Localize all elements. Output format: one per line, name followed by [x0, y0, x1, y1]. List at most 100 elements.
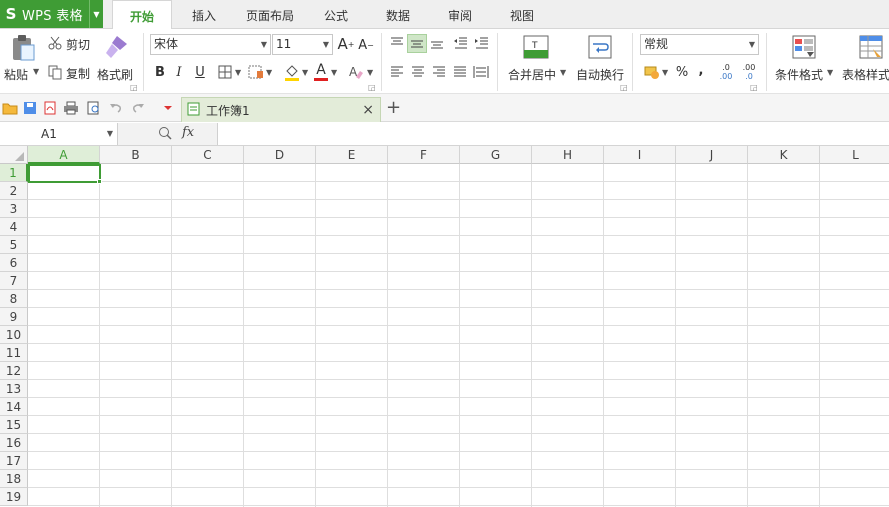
row-header-6[interactable]: 6 [0, 254, 28, 272]
merge-center-icon[interactable]: T [522, 34, 550, 60]
row-header-5[interactable]: 5 [0, 236, 28, 254]
cut-icon[interactable] [46, 35, 64, 51]
export-pdf-icon[interactable] [42, 100, 58, 116]
conditional-format-icon[interactable] [791, 34, 817, 60]
column-header-b[interactable]: B [100, 146, 172, 164]
close-tab-icon[interactable]: × [362, 102, 374, 118]
merge-center-dropdown-icon[interactable]: ▼ [560, 68, 566, 77]
justify-icon[interactable] [451, 63, 469, 81]
table-style-icon[interactable] [858, 34, 884, 60]
increase-indent-icon[interactable] [473, 34, 491, 52]
fill-color-dropdown-icon[interactable]: ▼ [302, 68, 308, 77]
alignment-group-launcher-icon[interactable]: ◲ [620, 83, 628, 92]
row-header-1[interactable]: 1 [0, 164, 28, 182]
open-icon[interactable] [2, 100, 18, 116]
column-header-e[interactable]: E [316, 146, 388, 164]
distributed-align-icon[interactable] [472, 63, 490, 81]
document-tab[interactable]: 工作簿1 × [181, 97, 381, 122]
borders-icon[interactable] [217, 63, 233, 81]
cell-style-icon[interactable] [247, 63, 265, 81]
fill-color-icon[interactable] [283, 62, 301, 82]
tab-home[interactable]: 开始 [112, 0, 172, 30]
row-header-13[interactable]: 13 [0, 380, 28, 398]
formula-input[interactable] [218, 123, 889, 145]
save-icon[interactable] [22, 100, 38, 116]
row-header-19[interactable]: 19 [0, 488, 28, 506]
cut-button[interactable]: 剪切 [66, 36, 90, 53]
comma-style-button[interactable]: , [694, 60, 708, 80]
align-right-icon[interactable] [430, 63, 448, 81]
row-header-15[interactable]: 15 [0, 416, 28, 434]
row-header-4[interactable]: 4 [0, 218, 28, 236]
customize-toolbar-icon[interactable] [160, 100, 176, 116]
select-all-button[interactable] [0, 146, 28, 164]
print-icon[interactable] [63, 100, 79, 116]
active-cell-a1[interactable] [28, 164, 101, 183]
redo-icon[interactable] [130, 100, 146, 116]
align-center-icon[interactable] [409, 63, 427, 81]
undo-icon[interactable] [108, 100, 124, 116]
row-header-2[interactable]: 2 [0, 182, 28, 200]
paste-icon[interactable] [4, 33, 42, 63]
table-style-button[interactable]: 表格样式 [842, 66, 889, 83]
italic-button[interactable]: I [171, 62, 187, 82]
insert-function-button[interactable]: fx [182, 125, 194, 140]
worksheet-grid[interactable]: A B C D E F G H I J K L 1 2 3 4 5 6 7 8 9 10 11 12 13 14 15 16 17 18 1… [0, 146, 889, 507]
format-painter-icon[interactable] [102, 33, 130, 61]
wrap-text-button[interactable]: 自动换行 [576, 66, 624, 83]
wrap-text-icon[interactable] [587, 34, 613, 60]
font-color-dropdown-icon[interactable]: ▼ [331, 68, 337, 77]
grow-font-button[interactable]: A + [337, 34, 355, 54]
merge-center-button[interactable]: 合并居中 [508, 66, 556, 83]
search-function-icon[interactable] [158, 126, 172, 143]
column-header-i[interactable]: I [604, 146, 676, 164]
currency-icon[interactable] [643, 63, 661, 81]
column-header-h[interactable]: H [532, 146, 604, 164]
font-name-select[interactable]: 宋体 ▼ [150, 34, 271, 55]
underline-button[interactable]: U [192, 62, 208, 82]
currency-dropdown-icon[interactable]: ▼ [662, 68, 668, 77]
align-left-icon[interactable] [388, 63, 406, 81]
tab-data[interactable]: 数据 [374, 0, 422, 29]
row-header-14[interactable]: 14 [0, 398, 28, 416]
paste-dropdown-icon[interactable]: ▼ [33, 67, 39, 76]
clear-format-dropdown-icon[interactable]: ▼ [367, 68, 373, 77]
column-header-d[interactable]: D [244, 146, 316, 164]
conditional-format-button[interactable]: 条件格式 [775, 66, 823, 83]
bold-button[interactable]: B [152, 62, 168, 82]
tab-view[interactable]: 视图 [498, 0, 546, 29]
print-preview-icon[interactable] [86, 100, 102, 116]
conditional-format-dropdown-icon[interactable]: ▼ [827, 68, 833, 77]
app-menu-button[interactable]: S WPS 表格 ▼ [0, 0, 103, 28]
row-header-8[interactable]: 8 [0, 290, 28, 308]
increase-decimal-button[interactable]: .0 .00 [716, 62, 736, 82]
font-group-launcher-icon[interactable]: ◲ [368, 83, 376, 92]
row-header-12[interactable]: 12 [0, 362, 28, 380]
tab-formulas[interactable]: 公式 [312, 0, 360, 29]
align-bottom-icon[interactable] [428, 34, 446, 52]
percent-button[interactable]: % [674, 62, 690, 82]
row-header-11[interactable]: 11 [0, 344, 28, 362]
paste-button[interactable]: 粘贴 [4, 66, 28, 83]
tab-page-layout[interactable]: 页面布局 [238, 0, 302, 29]
row-header-10[interactable]: 10 [0, 326, 28, 344]
column-header-k[interactable]: K [748, 146, 820, 164]
row-header-18[interactable]: 18 [0, 470, 28, 488]
cell-area[interactable] [28, 164, 889, 507]
row-header-9[interactable]: 9 [0, 308, 28, 326]
cell-style-dropdown-icon[interactable]: ▼ [266, 68, 272, 77]
format-painter-button[interactable]: 格式刷 [97, 66, 133, 83]
borders-dropdown-icon[interactable]: ▼ [235, 68, 241, 77]
column-header-l[interactable]: L [820, 146, 889, 164]
row-header-17[interactable]: 17 [0, 452, 28, 470]
column-header-j[interactable]: J [676, 146, 748, 164]
fill-handle[interactable] [97, 179, 102, 184]
column-header-a[interactable]: A [28, 146, 100, 164]
column-header-c[interactable]: C [172, 146, 244, 164]
copy-button[interactable]: 复制 [66, 65, 90, 82]
row-header-16[interactable]: 16 [0, 434, 28, 452]
app-menu-dropdown-icon[interactable]: ▼ [89, 0, 103, 28]
clear-format-icon[interactable]: A [347, 62, 365, 82]
row-header-7[interactable]: 7 [0, 272, 28, 290]
row-header-3[interactable]: 3 [0, 200, 28, 218]
